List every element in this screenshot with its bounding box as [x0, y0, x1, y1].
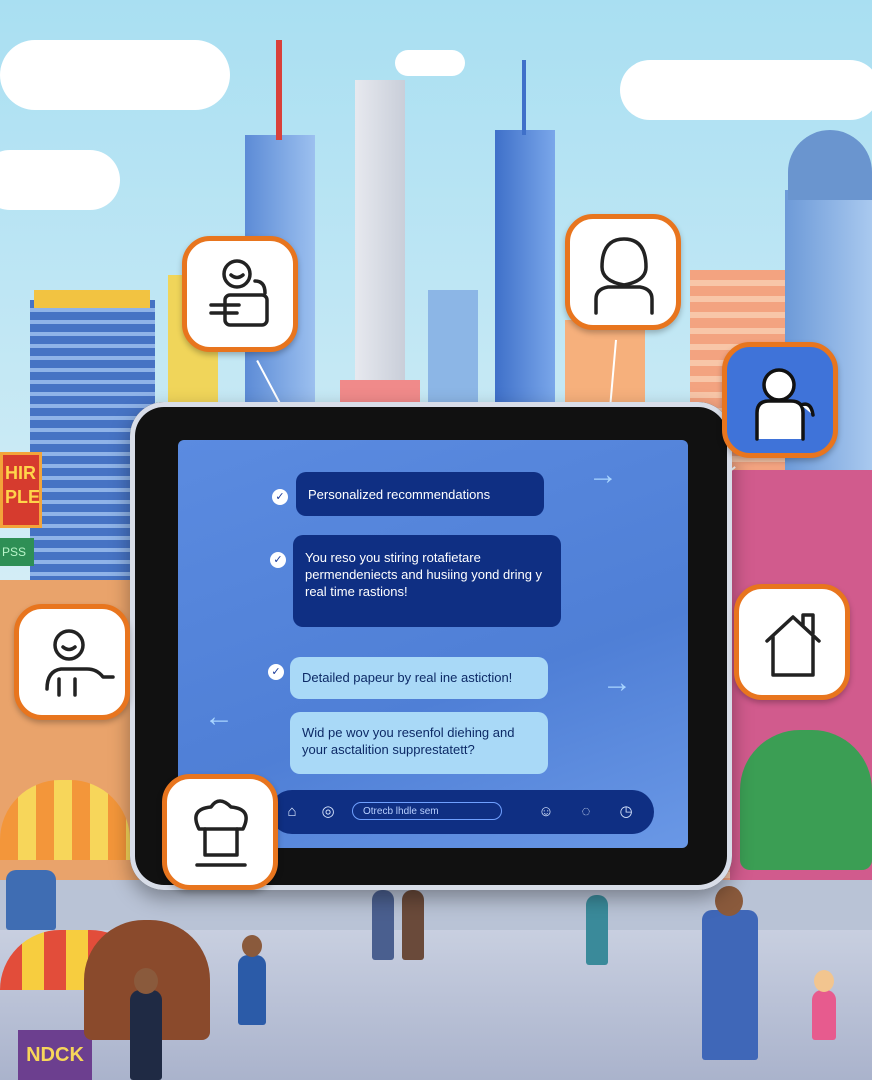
person-pointing-icon: [14, 604, 130, 720]
child: [812, 990, 836, 1040]
home-icon[interactable]: ⌂: [280, 800, 304, 824]
person: [372, 890, 394, 960]
user-profile-icon: [565, 214, 681, 330]
arrow-left-icon: ←: [204, 700, 234, 733]
person-reading-icon: [182, 236, 298, 352]
chat-icon[interactable]: ◌: [574, 800, 598, 824]
arrow-right-icon: →: [588, 458, 618, 491]
check-icon: ✓: [270, 552, 286, 568]
kiosk-sign: NDCK: [18, 1030, 92, 1080]
chat-bubble: You reso you stiring rotafietare permend…: [293, 535, 561, 627]
chef-hat-icon: [162, 774, 278, 890]
person-waving-icon: [722, 342, 838, 458]
user-icon[interactable]: ☺: [534, 800, 558, 824]
clock-icon[interactable]: ◷: [614, 800, 638, 824]
shop-sign-small: PSS: [0, 538, 34, 566]
person: [402, 890, 424, 960]
check-icon: ✓: [272, 489, 288, 505]
bottom-navbar: ⌂ ◎ Otrecb lhdle sem ☺ ◌ ◷: [270, 790, 654, 834]
check-icon: ✓: [268, 664, 284, 680]
tree: [740, 730, 872, 870]
house-icon: [734, 584, 850, 700]
person: [6, 870, 56, 930]
person: [702, 910, 758, 1060]
person: [238, 955, 266, 1025]
search-input[interactable]: Otrecb lhdle sem: [352, 802, 502, 820]
person: [130, 990, 162, 1080]
chat-bubble: Detailed papeur by real ine astiction!: [290, 657, 548, 699]
chat-bubble: Wid pe wov you resenfol diehing and your…: [290, 712, 548, 774]
person: [586, 895, 608, 965]
chat-bubble: Personalized recommendations: [296, 472, 544, 516]
globe-icon[interactable]: ◎: [316, 800, 340, 824]
arrow-right-icon: →: [602, 666, 632, 699]
shop-sign: HIR PLE: [0, 452, 42, 528]
